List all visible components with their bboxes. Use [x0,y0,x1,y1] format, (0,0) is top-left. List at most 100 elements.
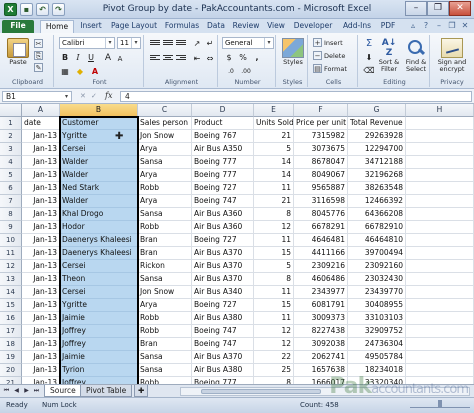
column-header-h[interactable]: H [406,104,474,117]
table-cell[interactable]: Jan-13 [22,221,60,234]
table-cell[interactable]: Air Bus A370 [192,351,254,364]
table-cell[interactable]: Ygritte [60,299,138,312]
table-header-cell[interactable]: Price per unit [294,117,348,130]
row-header[interactable]: 19 [0,351,22,364]
table-cell[interactable]: 4411166 [294,247,348,260]
empty-cell[interactable] [406,351,474,364]
empty-cell[interactable] [406,299,474,312]
sheet-tab-source[interactable]: Source [44,385,82,397]
empty-cell[interactable] [406,325,474,338]
format-cells-button[interactable]: ▤ Format [313,64,347,73]
table-cell[interactable]: Jan-13 [22,260,60,273]
name-box[interactable]: B1 ▾ [2,91,72,102]
table-cell[interactable]: Air Bus A380 [192,364,254,377]
table-cell[interactable]: Jan-13 [22,130,60,143]
table-cell[interactable]: 1666017 [294,377,348,384]
table-header-cell[interactable]: Sales person [138,117,192,130]
empty-cell[interactable] [406,338,474,351]
table-cell[interactable]: Joffrey [60,338,138,351]
tab-home[interactable]: Home [40,20,74,33]
table-cell[interactable]: 21 [254,195,294,208]
table-cell[interactable]: Arya [138,299,192,312]
table-cell[interactable]: 9565887 [294,182,348,195]
tab-developer[interactable]: Developer [291,20,335,33]
table-cell[interactable]: Jan-13 [22,377,60,384]
table-cell[interactable]: 4646481 [294,234,348,247]
insert-sheet-icon[interactable]: ✚ [134,385,149,397]
table-cell[interactable]: Jon Snow [138,130,192,143]
table-cell[interactable]: 5 [254,143,294,156]
table-cell[interactable]: Jon Snow [138,286,192,299]
empty-cell[interactable] [406,260,474,273]
zoom-slider[interactable] [410,400,470,408]
decrease-decimal-icon[interactable]: .00 [240,66,252,78]
tab-page-layout[interactable]: Page Layout [107,20,161,33]
table-cell[interactable]: 23032430 [348,273,406,286]
table-header-cell[interactable]: Total Revenue [348,117,406,130]
table-cell[interactable]: Robb [138,221,192,234]
row-header[interactable]: 15 [0,299,22,312]
table-cell[interactable]: Daenerys Khaleesi [60,234,138,247]
table-cell[interactable]: Walder [60,156,138,169]
font-name-select[interactable]: Calibri ▾ [59,37,115,49]
increase-decimal-icon[interactable]: .0 [225,66,237,78]
wrap-text-icon[interactable]: ↵ [204,38,216,50]
borders-icon[interactable]: ▦ [59,66,71,78]
table-cell[interactable]: 12 [254,325,294,338]
table-cell[interactable]: 12466392 [348,195,406,208]
table-cell[interactable]: Arya [138,143,192,156]
table-cell[interactable]: 8227438 [294,325,348,338]
table-cell[interactable]: Jan-13 [22,364,60,377]
table-cell[interactable]: Robb [138,182,192,195]
table-cell[interactable]: 21 [254,130,294,143]
number-format-select[interactable]: General ▾ [222,37,274,49]
row-header[interactable]: 8 [0,208,22,221]
table-cell[interactable]: 11 [254,182,294,195]
column-header-f[interactable]: F [294,104,348,117]
tab-file[interactable]: File [2,20,34,33]
table-cell[interactable]: Jan-13 [22,312,60,325]
table-cell[interactable]: Theon [60,273,138,286]
table-cell[interactable]: 3073675 [294,143,348,156]
table-cell[interactable]: 6678291 [294,221,348,234]
table-cell[interactable]: Air Bus A370 [192,247,254,260]
table-cell[interactable]: Khal Drogo [60,208,138,221]
table-cell[interactable]: Arya [138,195,192,208]
table-cell[interactable]: Jan-13 [22,286,60,299]
table-cell[interactable]: 23439770 [348,286,406,299]
table-cell[interactable]: Jan-13 [22,156,60,169]
table-cell[interactable]: Tyrion [60,364,138,377]
table-cell[interactable]: 6081791 [294,299,348,312]
row-header[interactable]: 10 [0,234,22,247]
delete-cells-button[interactable]: − Delete [313,51,345,60]
table-cell[interactable]: 5 [254,260,294,273]
empty-cell[interactable] [406,247,474,260]
autosum-button[interactable]: Σ [363,38,375,50]
table-cell[interactable]: Boeing 777 [192,169,254,182]
currency-button[interactable]: $ [223,52,235,64]
empty-cell[interactable] [406,156,474,169]
font-color-icon[interactable]: A [89,66,101,78]
empty-cell[interactable] [406,195,474,208]
table-cell[interactable]: Joffrey [60,377,138,384]
table-cell[interactable]: Jaimie [60,312,138,325]
column-header-a[interactable]: A [22,104,60,117]
tab-view[interactable]: View [264,20,288,33]
table-cell[interactable]: 8 [254,377,294,384]
help-icon[interactable]: ? [421,21,431,31]
table-cell[interactable]: Air Bus A370 [192,260,254,273]
worksheet-grid[interactable]: A B C D E F G H 1 date Customer Sales person Product… [0,104,474,384]
row-header[interactable]: 14 [0,286,22,299]
table-header-cell[interactable]: Product [192,117,254,130]
scrollbar-thumb[interactable] [201,389,321,394]
table-cell[interactable]: Air Bus A360 [192,221,254,234]
prev-sheet-icon[interactable]: ◀ [12,386,21,396]
row-header[interactable]: 5 [0,169,22,182]
table-cell[interactable]: Rickon [138,260,192,273]
table-cell[interactable]: Jan-13 [22,234,60,247]
table-cell[interactable]: 8 [254,208,294,221]
table-cell[interactable]: 12294700 [348,143,406,156]
table-cell[interactable]: 14 [254,169,294,182]
table-cell[interactable]: Ned Stark [60,182,138,195]
underline-button[interactable]: U [85,52,97,64]
